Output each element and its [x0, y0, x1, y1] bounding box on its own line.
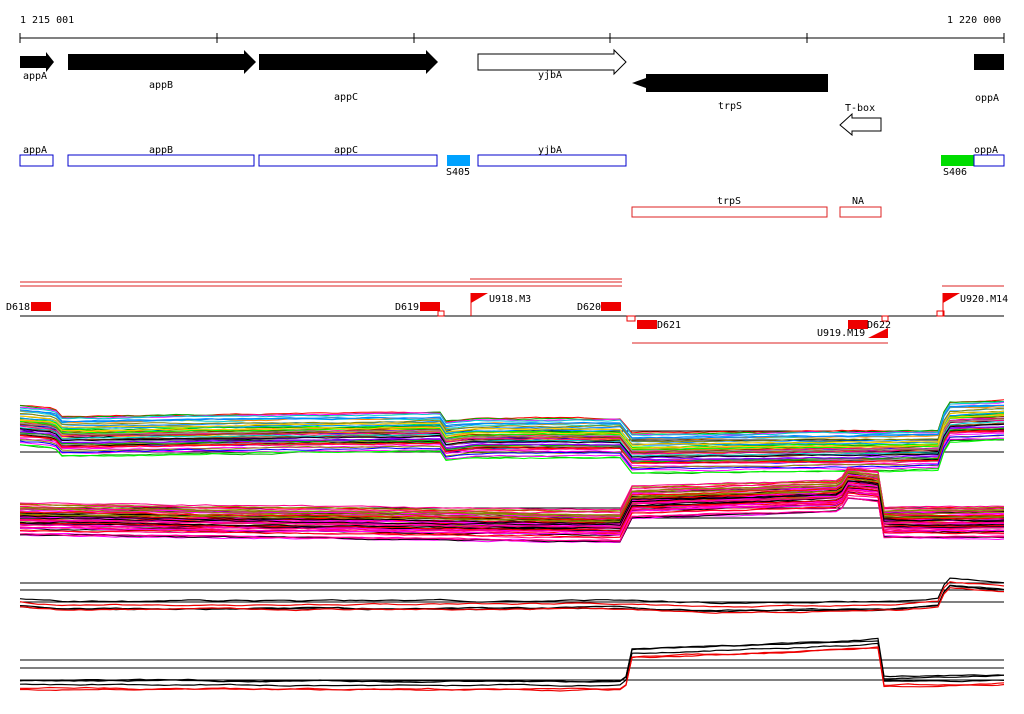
- feature-label-NA: NA: [852, 196, 864, 207]
- segment-D621[interactable]: [637, 320, 657, 329]
- feature-label-oppA: oppA: [974, 145, 998, 156]
- gene-label-oppA: oppA: [975, 93, 999, 104]
- feature-label-S406: S406: [943, 167, 967, 178]
- segment-D618[interactable]: [31, 302, 51, 311]
- segment-label-D619: D619: [395, 302, 419, 313]
- segment-label-D621: D621: [657, 320, 681, 331]
- feature-box-S405[interactable]: [447, 155, 470, 166]
- gene-arrow-appA[interactable]: [20, 52, 54, 72]
- expression-trace: [19, 581, 1005, 608]
- feature-box-yjbA[interactable]: [477, 154, 627, 167]
- segment-label-D622: D622: [867, 320, 891, 331]
- gene-arrow-tbox[interactable]: [839, 112, 882, 137]
- gene-label-trpS: trpS: [718, 101, 742, 112]
- gene-label-appB: appB: [149, 80, 173, 91]
- expression-panel-3: [19, 577, 1005, 614]
- segment-track: D618 D619 U918.M3 D620 D621 U919.M19 D62…: [6, 278, 1008, 344]
- expression-trace: [19, 577, 1005, 605]
- gene-arrow-trpS[interactable]: [632, 74, 828, 92]
- ruler-start-label: 1 215 001: [20, 15, 74, 26]
- segment-flag-U920[interactable]: [943, 293, 960, 303]
- gene-arrow-track: appA appB appC yjbA trpS T-box oppA: [20, 48, 1004, 137]
- segment-label-U920: U920.M14: [960, 294, 1008, 305]
- feature-box-NA[interactable]: [839, 206, 882, 218]
- feature-box-appB[interactable]: [67, 154, 255, 167]
- feature-label-yjbA: yjbA: [538, 145, 562, 156]
- segment-label-D618: D618: [6, 302, 30, 313]
- expression-trace: [19, 640, 1005, 684]
- gene-arrow-appC[interactable]: [259, 50, 438, 74]
- feature-label-S405: S405: [446, 167, 470, 178]
- segment-label-U918: U918.M3: [489, 294, 531, 305]
- segment-label-D620: D620: [577, 302, 601, 313]
- expression-panel-4: [19, 637, 1005, 692]
- gene-label-yjbA: yjbA: [538, 70, 562, 81]
- feature-box-appC[interactable]: [258, 154, 438, 167]
- segment-D620[interactable]: [601, 302, 621, 311]
- segment-flag-U918[interactable]: [471, 293, 488, 303]
- gene-label-tbox: T-box: [845, 103, 875, 114]
- feature-label-appB: appB: [149, 145, 173, 156]
- expression-panel-1: [19, 399, 1005, 475]
- segment-label-U919: U919.M19: [817, 328, 865, 339]
- coordinate-ruler: 1 215 001 1 220 000: [19, 15, 1005, 43]
- feature-label-appC: appC: [334, 145, 358, 156]
- feature-box-S406[interactable]: [941, 155, 974, 166]
- gene-arrow-appB[interactable]: [68, 50, 256, 74]
- gene-arrow-oppA[interactable]: [974, 54, 1004, 70]
- gene-label-appC: appC: [334, 92, 358, 103]
- feature-box-appA[interactable]: [19, 154, 54, 167]
- feature-label-appA: appA: [23, 145, 47, 156]
- ruler-end-label: 1 220 000: [947, 15, 1001, 26]
- feature-box-oppA[interactable]: [973, 154, 1005, 167]
- expression-trace: [19, 584, 1005, 612]
- segment-D622[interactable]: [848, 320, 868, 329]
- feature-box-trpS[interactable]: [631, 206, 828, 218]
- segment-D619[interactable]: [420, 302, 440, 311]
- forward-feature-track: appA appB appC S405 yjbA S406 oppA: [19, 145, 1005, 178]
- gene-label-appA: appA: [23, 71, 47, 82]
- expression-panel-2: [19, 466, 1005, 544]
- feature-label-trpS: trpS: [717, 196, 741, 207]
- reverse-feature-track: trpS NA: [631, 196, 882, 218]
- genome-browser-canvas: 1 215 001 1 220 000 appA appB appC yjbA …: [6, 15, 1008, 692]
